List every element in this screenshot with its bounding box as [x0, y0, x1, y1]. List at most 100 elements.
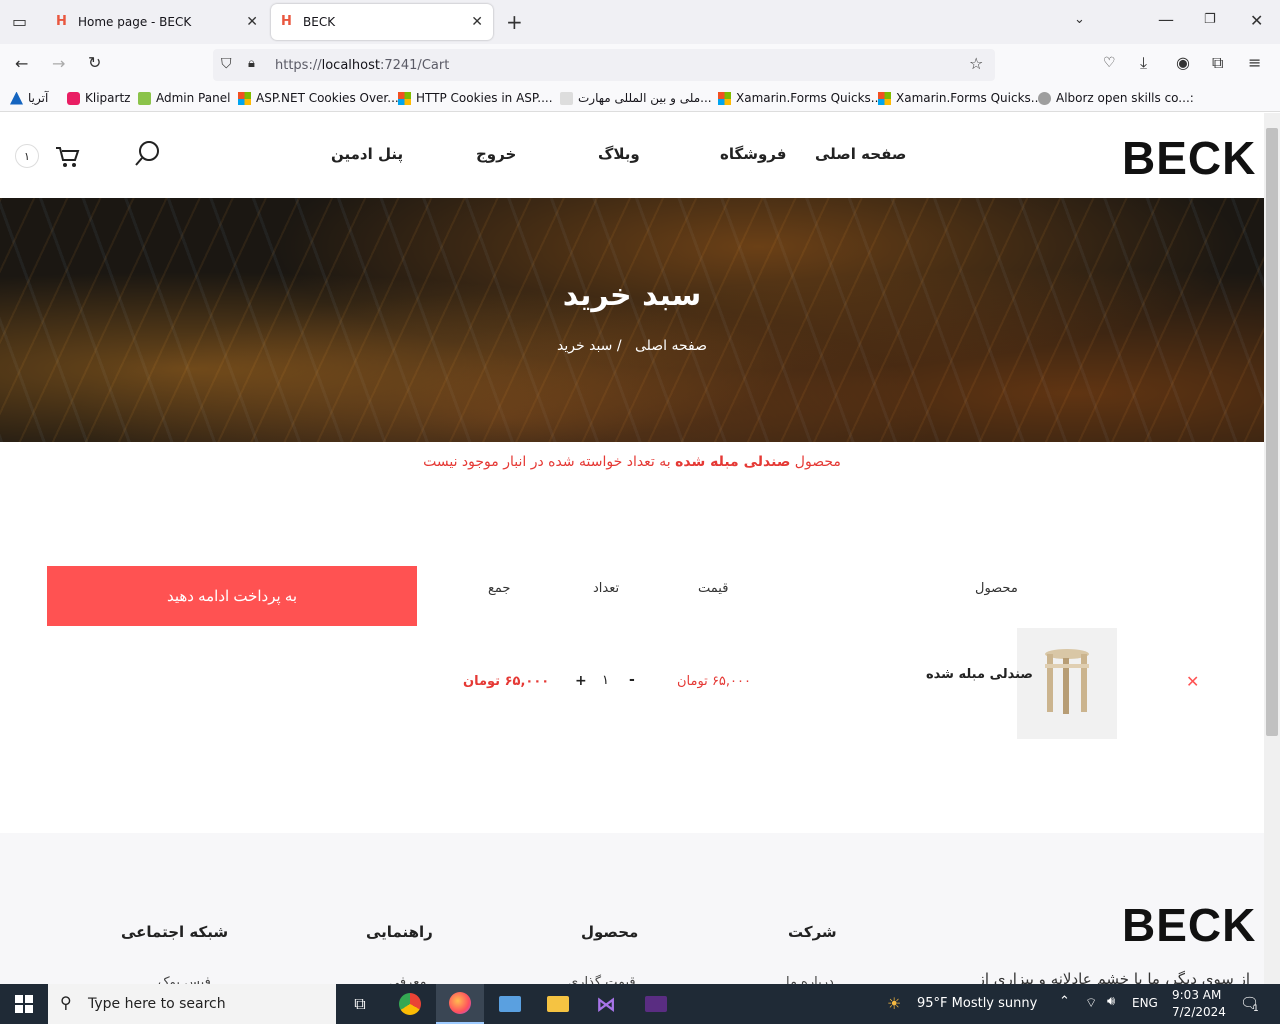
url-rest: :7241/Cart: [379, 57, 450, 73]
extensions-icon[interactable]: ⧉: [1212, 53, 1223, 73]
footer-link[interactable]: فیس بوک: [158, 975, 211, 984]
qty-minus-button[interactable]: -: [629, 672, 635, 688]
tab-list-icon[interactable]: ▭: [12, 12, 27, 31]
site-logo[interactable]: BECK: [1122, 131, 1256, 185]
scrollbar-thumb[interactable]: [1266, 128, 1278, 736]
breadcrumb-home[interactable]: صفحه اصلی: [635, 338, 707, 354]
clock-date[interactable]: 7/2/2024: [1172, 1005, 1226, 1019]
bookmark-label: Xamarin.Forms Quicks...: [736, 91, 883, 105]
bookmark-item[interactable]: Alborz open skills co...:: [1038, 91, 1194, 105]
breadcrumb: صفحه اصلی / سبد خرید: [0, 338, 1264, 354]
chrome-icon[interactable]: [386, 984, 434, 1024]
file-explorer-icon[interactable]: [534, 984, 582, 1024]
bookmark-item[interactable]: Xamarin.Forms Quicks...: [718, 91, 882, 105]
nav-admin-panel[interactable]: پنل ادمین: [331, 145, 403, 163]
header-total: جمع: [488, 581, 511, 596]
footer-link[interactable]: درباره ما: [786, 975, 834, 984]
windows-taskbar: ⚲ Type here to search ⧉ ⋈ ☀ 95°F Mostly …: [0, 984, 1280, 1024]
tab-home[interactable]: H Home page - BECK ✕: [46, 4, 268, 40]
url-bar[interactable]: ⛉ 🔒︎ https://localhost:7241/Cart ☆: [213, 49, 995, 81]
restore-icon[interactable]: ❐: [1204, 12, 1216, 27]
new-tab-icon[interactable]: +: [506, 10, 523, 34]
taskbar-search[interactable]: ⚲ Type here to search: [48, 984, 336, 1024]
firefox-icon[interactable]: [436, 984, 484, 1024]
bookmark-label: آتریا: [28, 91, 49, 105]
cart-item-name[interactable]: صندلی مبله شده: [926, 667, 1033, 682]
reload-icon[interactable]: ↻: [88, 53, 101, 72]
bookmark-item[interactable]: Xamarin.Forms Quicks...: [878, 91, 1042, 105]
network-icon[interactable]: ⌔: [1085, 995, 1097, 1011]
nav-shop[interactable]: فروشگاه: [720, 145, 786, 163]
clock-time[interactable]: 9:03 AM: [1172, 988, 1221, 1002]
remove-item-icon[interactable]: ✕: [1186, 672, 1199, 691]
footer-col-title: محصول: [581, 923, 639, 941]
close-window-icon[interactable]: ✕: [1250, 11, 1263, 30]
bookmark-star-icon[interactable]: ☆: [969, 54, 983, 73]
chevron-down-icon[interactable]: ⌄: [1074, 12, 1085, 27]
cart-item-price: ۶۵,۰۰۰ تومان: [677, 674, 751, 689]
checkout-button[interactable]: به پرداخت ادامه دهید: [47, 566, 417, 626]
back-icon[interactable]: ←: [15, 54, 28, 73]
microsoft-icon: [238, 91, 251, 105]
volume-icon[interactable]: 🔊︎: [1107, 994, 1115, 1009]
bookmark-item[interactable]: Klipartz: [67, 91, 130, 105]
visual-studio-icon[interactable]: ⋈: [582, 984, 630, 1024]
atria-icon: [10, 91, 23, 105]
terminal-icon[interactable]: [632, 984, 680, 1024]
chevron-up-icon[interactable]: ⌃: [1059, 994, 1070, 1009]
minimize-icon[interactable]: —: [1158, 10, 1174, 29]
bookmark-label: Klipartz: [85, 91, 131, 105]
footer-logo[interactable]: BECK: [1122, 898, 1256, 952]
bookmark-item[interactable]: ASP.NET Cookies Over...: [238, 91, 399, 105]
page-content: BECK صفحه اصلی فروشگاه وبلاگ خروج پنل اد…: [0, 113, 1264, 984]
search-icon: ⚲: [60, 993, 72, 1012]
tab-cart[interactable]: H BECK ✕: [271, 4, 493, 40]
page-title: سبد خرید: [562, 278, 702, 313]
browser-nav-bar: ← → ↻ ⛉ 🔒︎ https://localhost:7241/Cart ☆…: [0, 44, 1280, 86]
bookmark-label: HTTP Cookies in ASP....: [416, 91, 553, 105]
bookmark-item[interactable]: Admin Panel: [138, 91, 230, 105]
microsoft-icon: [718, 91, 731, 105]
account-icon[interactable]: ◉: [1176, 53, 1190, 72]
cart-item-total: ۶۵,۰۰۰ تومان: [463, 674, 550, 689]
bookmarks-bar: آتریا Klipartz Admin Panel ASP.NET Cooki…: [0, 86, 1280, 112]
weather-icon[interactable]: ☀: [887, 994, 901, 1013]
bookmark-item[interactable]: آتریا: [10, 91, 48, 105]
taskbar-search-placeholder: Type here to search: [88, 996, 226, 1012]
close-tab-icon[interactable]: ✕: [246, 14, 258, 30]
footer-link[interactable]: قیمت گذاری: [568, 975, 636, 984]
site-footer: BECK از سوی دیگر، ما با خشم عادلانه و بی…: [0, 833, 1264, 984]
remote-desktop-icon[interactable]: [486, 984, 534, 1024]
menu-icon[interactable]: ≡: [1248, 53, 1261, 72]
pocket-icon[interactable]: ♡: [1103, 55, 1116, 71]
hero-banner: سبد خرید صفحه اصلی / سبد خرید: [0, 198, 1264, 442]
language-indicator[interactable]: ENG: [1132, 996, 1158, 1010]
admin-panel-icon: [138, 91, 151, 105]
close-tab-icon[interactable]: ✕: [471, 14, 483, 30]
bookmark-item[interactable]: HTTP Cookies in ASP....: [398, 91, 553, 105]
qty-plus-button[interactable]: +: [575, 673, 587, 689]
product-image[interactable]: [1017, 628, 1117, 739]
nav-blog[interactable]: وبلاگ: [598, 145, 640, 163]
microsoft-icon: [878, 91, 891, 105]
nav-logout[interactable]: خروج: [476, 145, 516, 163]
shield-icon[interactable]: ⛉: [221, 56, 232, 72]
lock-icon[interactable]: 🔒︎: [248, 56, 255, 71]
windows-start-icon[interactable]: [0, 984, 48, 1024]
footer-link[interactable]: معرفی: [389, 975, 426, 984]
nav-home[interactable]: صفحه اصلی: [815, 145, 906, 163]
bookmark-item[interactable]: ملی و بین المللی مهارت...: [560, 91, 712, 105]
task-view-icon[interactable]: ⧉: [336, 984, 384, 1024]
cart-count-badge[interactable]: ۱: [15, 144, 39, 168]
tab-title: BECK: [303, 15, 336, 29]
bookmark-label: Admin Panel: [156, 91, 231, 105]
browser-tab-bar: ▭ H Home page - BECK ✕ H BECK ✕ + ⌄ — ❐ …: [0, 0, 1280, 44]
weather-text[interactable]: 95°F Mostly sunny: [917, 996, 1037, 1011]
search-icon[interactable]: [133, 139, 163, 169]
bookmark-label: Xamarin.Forms Quicks...: [896, 91, 1043, 105]
forward-icon[interactable]: →: [52, 54, 65, 73]
microsoft-icon: [398, 91, 411, 105]
download-icon[interactable]: ⤓: [1140, 53, 1147, 73]
cart-icon[interactable]: [54, 145, 80, 169]
footer-col-title: شبکه اجتماعی: [121, 923, 229, 941]
